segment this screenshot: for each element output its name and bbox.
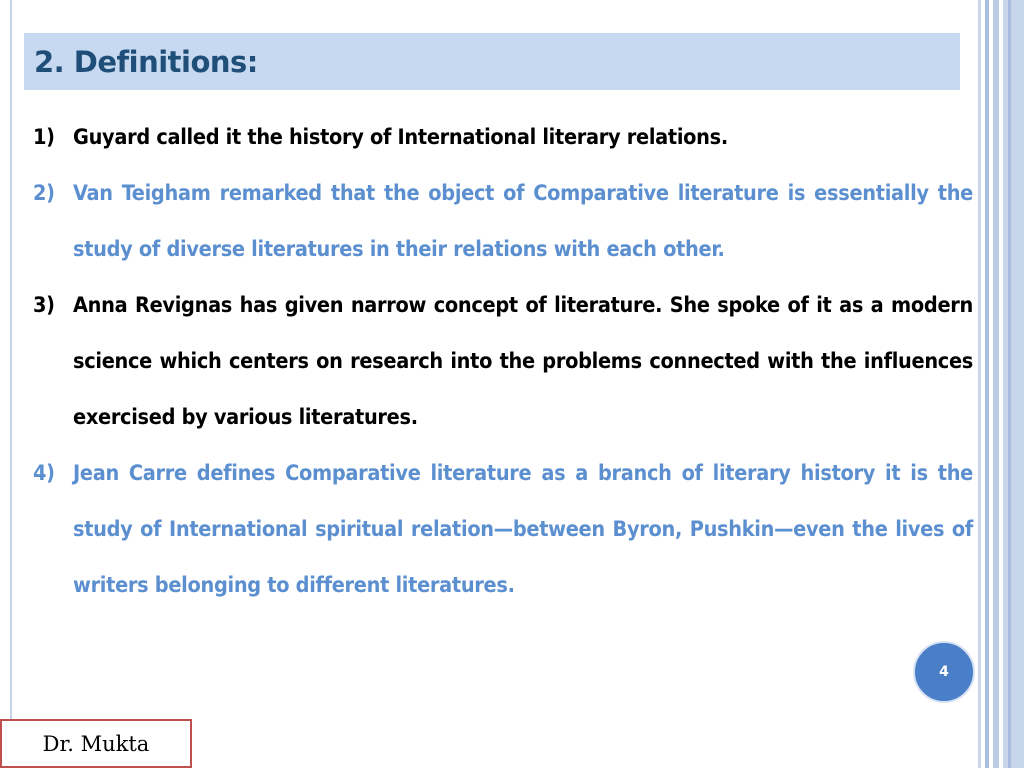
- right-decor-stripe: [1008, 0, 1011, 768]
- list-item: 1) Guyard called it the history of Inter…: [33, 110, 973, 166]
- page-number: 4: [939, 664, 949, 680]
- list-item-number: 1): [33, 125, 55, 150]
- title-bar: 2. Definitions:: [24, 33, 960, 90]
- right-decor-stripe: [1003, 0, 1024, 768]
- right-decor-stripe: [993, 0, 999, 768]
- list-item-number: 3): [33, 293, 55, 318]
- definitions-list: 1) Guyard called it the history of Inter…: [33, 110, 973, 614]
- left-border-line: [10, 0, 12, 768]
- list-item: 3) Anna Revignas has given narrow concep…: [33, 278, 973, 446]
- list-item: 2) Van Teigham remarked that the object …: [33, 166, 973, 278]
- right-decor-stripe: [978, 0, 981, 768]
- page-number-badge: 4: [913, 641, 975, 703]
- list-item-number: 2): [33, 181, 55, 206]
- author-label: Dr. Mukta: [0, 719, 192, 768]
- right-decor-stripe: [985, 0, 989, 768]
- list-item-text: Anna Revignas has given narrow concept o…: [73, 293, 973, 430]
- slide-title: 2. Definitions:: [34, 44, 258, 79]
- author-name: Dr. Mukta: [42, 731, 150, 756]
- list-item-text: Guyard called it the history of Internat…: [73, 125, 728, 150]
- list-item-text: Van Teigham remarked that the object of …: [73, 181, 973, 262]
- list-item-number: 4): [33, 461, 55, 486]
- list-item: 4) Jean Carre defines Comparative litera…: [33, 446, 973, 614]
- list-item-text: Jean Carre defines Comparative literatur…: [73, 461, 973, 598]
